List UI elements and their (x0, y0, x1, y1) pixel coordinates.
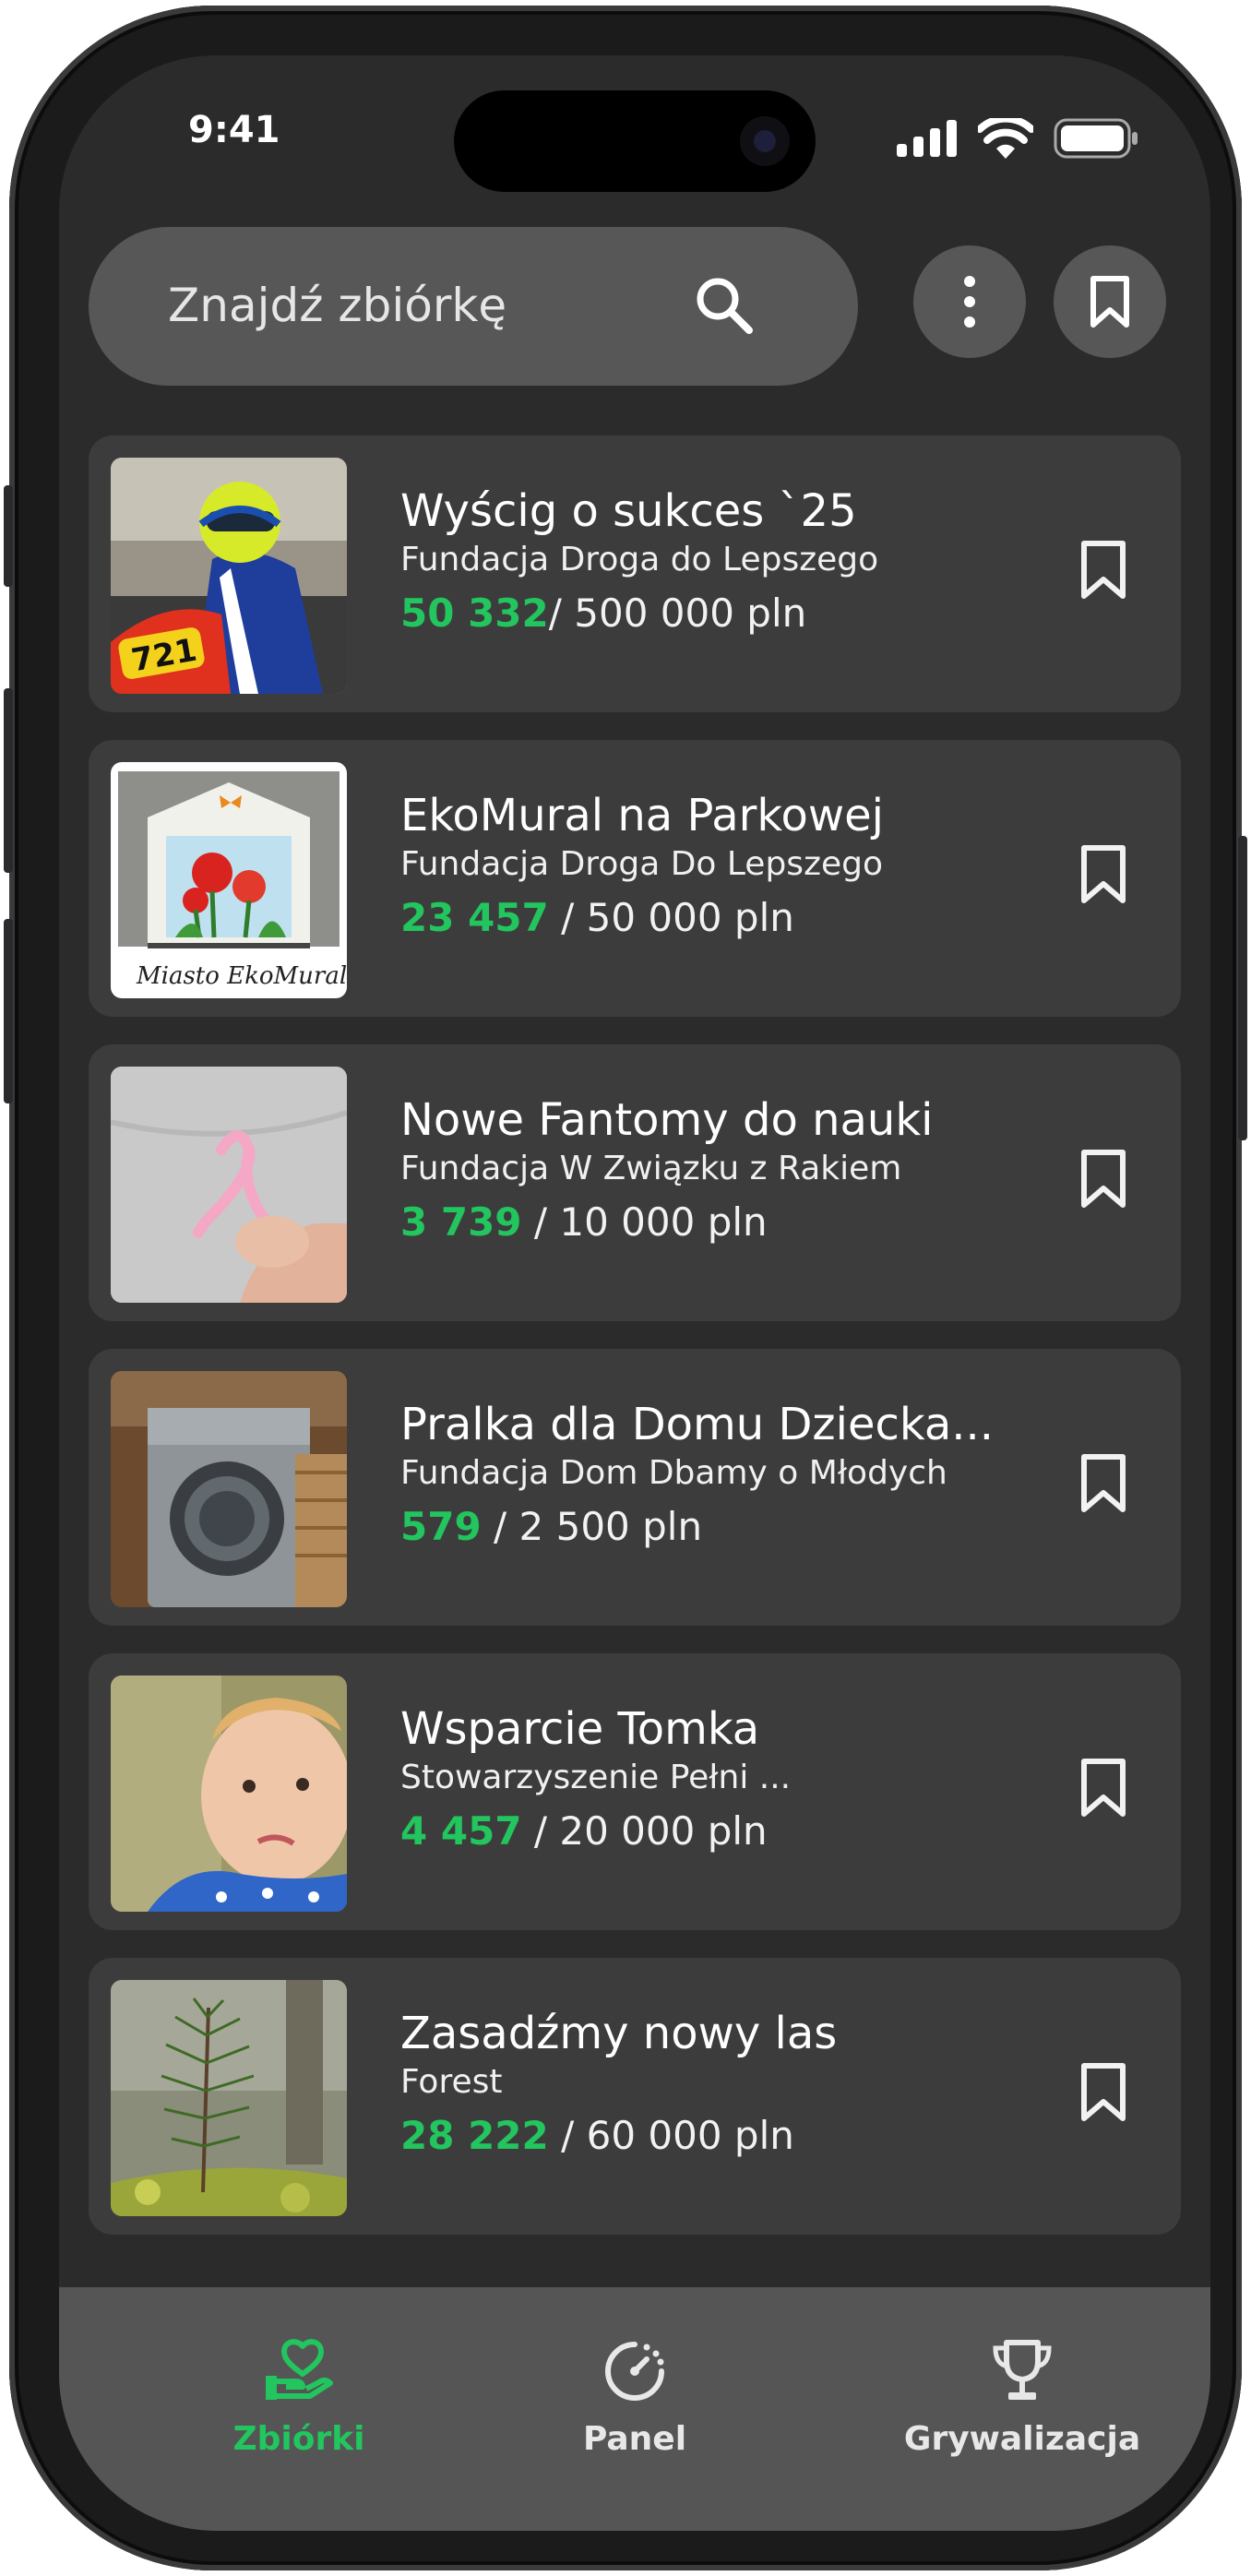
more-vertical-icon (964, 276, 975, 328)
fundraiser-image-seedling (111, 1980, 347, 2216)
fundraiser-progress: 4 457 / 20 000 pln (400, 1808, 768, 1854)
amount-goal: / 60 000 pln (548, 2113, 794, 2158)
bookmark-icon[interactable] (1079, 843, 1127, 906)
camera-icon (740, 116, 790, 166)
fundraiser-title: Wsparcie Tomka (400, 1703, 760, 1755)
amount-raised: 23 457 (400, 895, 549, 940)
fundraiser-image-washing-machine (111, 1371, 347, 1607)
fundraiser-organization: Forest (400, 2063, 503, 2101)
fundraiser-card[interactable]: Wsparcie Tomka Stowarzyszenie Pełni ... … (89, 1653, 1181, 1930)
fundraiser-progress: 50 332/ 500 000 pln (400, 590, 806, 636)
power-button (1238, 836, 1247, 1140)
search-input[interactable]: Znajdź zbiórkę (168, 279, 506, 332)
amount-raised: 579 (400, 1504, 482, 1549)
fundraiser-organization: Fundacja Droga do Lepszego (400, 541, 879, 578)
fundraiser-card[interactable]: Nowe Fantomy do nauki Fundacja W Związku… (89, 1044, 1181, 1321)
wifi-icon (978, 118, 1033, 159)
tab-label: Zbiórki (232, 2420, 365, 2458)
bookmark-icon (1090, 276, 1129, 328)
cellular-signal-icon (897, 120, 957, 157)
amount-goal: / 10 000 pln (521, 1199, 768, 1245)
fundraiser-title: EkoMural na Parkowej (400, 790, 884, 841)
amount-goal: / 2 500 pln (481, 1504, 703, 1549)
tab-zbiorki[interactable]: Zbiórki (161, 2339, 437, 2458)
tab-grywalizacja[interactable]: Grywalizacja (884, 2339, 1161, 2458)
bookmark-icon[interactable] (1079, 2061, 1127, 2124)
tab-label: Panel (582, 2420, 687, 2458)
volume-down-button (4, 919, 13, 1103)
fundraiser-organization: Fundacja Dom Dbamy o Młodych (400, 1454, 947, 1492)
more-options-button[interactable] (913, 245, 1026, 358)
search-icon[interactable] (692, 273, 757, 338)
fundraiser-image-child (111, 1676, 347, 1912)
hand-heart-icon (266, 2339, 333, 2400)
fundraiser-card[interactable]: Miasto EkoMurali EkoMural na Parkowej Fu… (89, 740, 1181, 1017)
volume-up-button (4, 688, 13, 873)
fundraiser-image-karting: 721 (111, 458, 347, 694)
fundraiser-image-mural: Miasto EkoMurali (111, 762, 347, 998)
status-time: 9:41 (188, 109, 280, 151)
dynamic-island (454, 90, 816, 192)
status-bar: 9:41 (59, 55, 1210, 231)
fundraiser-title: Pralka dla Domu Dziecka... (400, 1399, 995, 1450)
dashboard-gauge-icon (605, 2342, 664, 2401)
bookmark-icon[interactable] (1079, 1757, 1127, 1819)
fundraiser-organization: Fundacja Droga Do Lepszego (400, 845, 883, 883)
amount-raised: 50 332 (400, 590, 549, 636)
fundraiser-title: Zasadźmy nowy las (400, 2008, 838, 2059)
fundraiser-card[interactable]: 721 Wyścig o sukces `25 Fundacja Droga d… (89, 435, 1181, 712)
mural-caption: Miasto EkoMurali (136, 962, 347, 990)
trophy-icon (993, 2340, 1052, 2400)
fundraiser-progress: 23 457 / 50 000 pln (400, 895, 794, 940)
saved-fundraisers-button[interactable] (1054, 245, 1166, 358)
bottom-tab-bar: Zbiórki Panel Grywalizacja (59, 2287, 1210, 2531)
amount-goal: / 500 000 pln (548, 590, 807, 636)
status-icons (897, 118, 1138, 159)
fundraiser-image-ribbon (111, 1067, 347, 1303)
amount-raised: 4 457 (400, 1808, 522, 1854)
fundraiser-organization: Stowarzyszenie Pełni ... (400, 1759, 792, 1796)
amount-goal: / 20 000 pln (521, 1808, 768, 1854)
fundraiser-card[interactable]: Zasadźmy nowy las Forest 28 222 / 60 000… (89, 1958, 1181, 2235)
fundraiser-progress: 579 / 2 500 pln (400, 1504, 702, 1549)
bookmark-icon[interactable] (1079, 539, 1127, 602)
fundraiser-progress: 3 739 / 10 000 pln (400, 1199, 768, 1245)
phone-frame: 9:41 Znajdź zbiórkę 721 Wyścig o sukces … (4, 6, 1247, 2570)
fundraiser-title: Wyścig o sukces `25 (400, 485, 857, 537)
side-button (4, 485, 13, 587)
tab-panel[interactable]: Panel (496, 2339, 773, 2458)
amount-raised: 3 739 (400, 1199, 522, 1245)
fundraiser-title: Nowe Fantomy do nauki (400, 1094, 934, 1146)
tab-label: Grywalizacja (903, 2420, 1141, 2458)
battery-icon (1054, 118, 1138, 159)
bookmark-icon[interactable] (1079, 1452, 1127, 1515)
app-screen: 9:41 Znajdź zbiórkę 721 Wyścig o sukces … (59, 55, 1210, 2531)
fundraiser-card[interactable]: Pralka dla Domu Dziecka... Fundacja Dom … (89, 1349, 1181, 1626)
amount-goal: / 50 000 pln (548, 895, 794, 940)
fundraiser-organization: Fundacja W Związku z Rakiem (400, 1150, 902, 1187)
bookmark-icon[interactable] (1079, 1148, 1127, 1210)
search-bar[interactable]: Znajdź zbiórkę (89, 227, 858, 386)
fundraiser-progress: 28 222 / 60 000 pln (400, 2113, 794, 2158)
amount-raised: 28 222 (400, 2113, 549, 2158)
